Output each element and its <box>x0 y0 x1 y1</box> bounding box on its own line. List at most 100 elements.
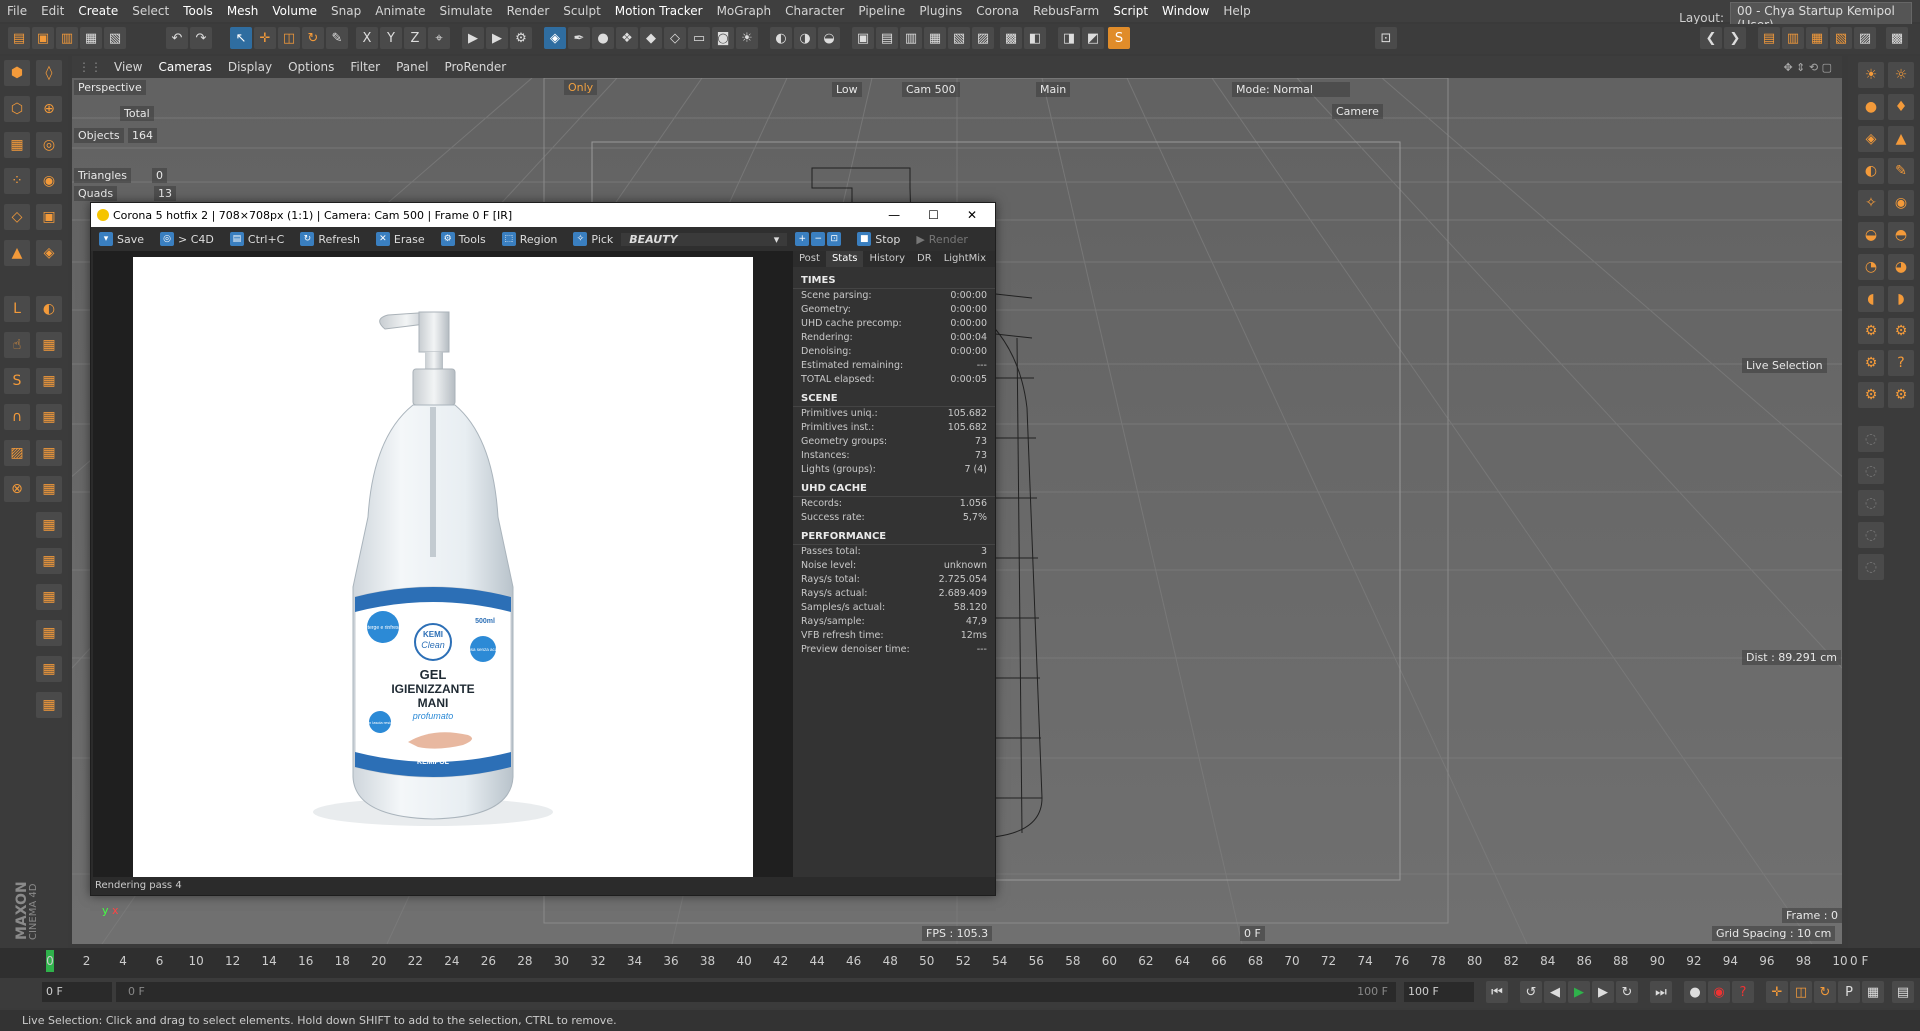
minimize-icon[interactable]: — <box>888 208 900 222</box>
corona-fill-icon[interactable]: ◐ <box>1858 158 1884 184</box>
redo-icon[interactable]: ↷ <box>190 27 212 49</box>
plugin-tool-icon[interactable]: ◩ <box>1082 27 1104 49</box>
corona-tool-7-icon[interactable]: ▦ <box>924 27 946 49</box>
grid-tool-5-icon[interactable]: ▦ <box>36 476 62 502</box>
maximize-icon[interactable]: ☐ <box>928 208 939 222</box>
viewport-menu-panel[interactable]: Panel <box>388 60 436 74</box>
corona-tool-2-icon[interactable]: ◑ <box>794 27 816 49</box>
nav-forward-icon[interactable]: ❯ <box>1724 27 1746 49</box>
zoom-fit-icon[interactable]: ⊡ <box>827 232 842 246</box>
soft-selection-icon[interactable]: ◐ <box>36 296 62 322</box>
camera-select[interactable]: Cam 500 <box>902 82 960 97</box>
corona-material-icon[interactable]: ● <box>1858 94 1884 120</box>
tab-post[interactable]: Post <box>793 251 826 267</box>
recent-tool-icon[interactable]: ✎ <box>326 27 348 49</box>
enable-axis-icon[interactable]: L <box>4 296 30 322</box>
next-key-icon[interactable]: ↻ <box>1616 981 1638 1003</box>
prev-frame-icon[interactable]: ◀ <box>1544 981 1566 1003</box>
grid-tool-3-icon[interactable]: ▦ <box>36 404 62 430</box>
zoom-out-icon[interactable]: − <box>811 232 826 246</box>
project-icon[interactable]: ▧ <box>104 27 126 49</box>
menu-mograph[interactable]: MoGraph <box>710 4 779 18</box>
x-axis-icon[interactable]: X <box>356 27 378 49</box>
subdivision-icon[interactable]: ● <box>592 27 614 49</box>
prev-key-icon[interactable]: ↺ <box>1520 981 1542 1003</box>
object-mode-icon[interactable]: ⬡ <box>4 96 30 122</box>
light-icon[interactable]: ☀ <box>736 27 758 49</box>
corona-tool-9-icon[interactable]: ▨ <box>972 27 994 49</box>
corona-shape-11-icon[interactable]: ⚙ <box>1858 382 1884 408</box>
panel-2-icon[interactable]: ▥ <box>1782 27 1804 49</box>
rotate-icon[interactable]: ↻ <box>302 27 324 49</box>
keyframe-selection-icon[interactable]: ? <box>1732 981 1754 1003</box>
corona-shape-10-icon[interactable]: ? <box>1888 350 1914 376</box>
menu-sculpt[interactable]: Sculpt <box>556 4 607 18</box>
uv-mode-icon[interactable]: ◎ <box>36 132 62 158</box>
corona-tool-11-icon[interactable]: ◧ <box>1024 27 1046 49</box>
menu-create[interactable]: Create <box>71 4 125 18</box>
snap-toggle-icon[interactable]: ◈ <box>36 240 62 266</box>
solo-mode-icon[interactable]: ▣ <box>36 204 62 230</box>
corona-shape-8-icon[interactable]: ⚙ <box>1888 318 1914 344</box>
y-axis-icon[interactable]: Y <box>380 27 402 49</box>
corona-3d-icon[interactable]: ◈ <box>1858 126 1884 152</box>
vfb-erase-button[interactable]: ✕ Erase <box>368 232 433 246</box>
menu-motion-tracker[interactable]: Motion Tracker <box>608 4 710 18</box>
menu-mesh[interactable]: Mesh <box>220 4 266 18</box>
axis-mode-icon[interactable]: ⊕ <box>36 96 62 122</box>
menu-volume[interactable]: Volume <box>265 4 324 18</box>
vfb-save-button[interactable]: ▾ Save <box>91 232 152 246</box>
corona-shape-7-icon[interactable]: ⚙ <box>1858 318 1884 344</box>
vfb-render-button[interactable]: ▶ Render <box>908 233 976 246</box>
grid-tool-11-icon[interactable]: ▦ <box>36 692 62 718</box>
corona-shape-4-icon[interactable]: ◕ <box>1888 254 1914 280</box>
menu-edit[interactable]: Edit <box>34 4 71 18</box>
mode-select[interactable]: Mode: Normal <box>1232 82 1350 97</box>
only-toggle[interactable]: Only <box>564 80 598 95</box>
s-plugin-icon[interactable]: S <box>1108 27 1130 49</box>
menu-character[interactable]: Character <box>778 4 851 18</box>
disabled-tool-1-icon[interactable]: ◌ <box>1858 426 1884 452</box>
texture-mode-icon[interactable]: ▦ <box>4 132 30 158</box>
go-to-start-icon[interactable]: ⏮ <box>1486 981 1508 1003</box>
menu-render[interactable]: Render <box>500 4 557 18</box>
disabled-tool-5-icon[interactable]: ◌ <box>1858 554 1884 580</box>
render-view-icon[interactable]: ▶ <box>462 27 484 49</box>
workplane-icon[interactable]: ◊ <box>36 60 62 86</box>
snapping-s-icon[interactable]: S <box>4 368 30 394</box>
end-frame-field[interactable]: 100 F <box>1404 982 1474 1002</box>
key-scale-icon[interactable]: ◫ <box>1790 981 1812 1003</box>
menu-animate[interactable]: Animate <box>368 4 432 18</box>
magnet-icon[interactable]: ∩ <box>4 404 30 430</box>
save-icon[interactable]: ▣ <box>32 27 54 49</box>
cloner-icon[interactable]: ❖ <box>616 27 638 49</box>
grid-tool-10-icon[interactable]: ▦ <box>36 656 62 682</box>
vfb-tools-button[interactable]: ⚙ Tools <box>433 232 494 246</box>
disabled-tool-4-icon[interactable]: ◌ <box>1858 522 1884 548</box>
viewport-menu-filter[interactable]: Filter <box>342 60 388 74</box>
corona-shape-1-icon[interactable]: ◒ <box>1858 222 1884 248</box>
polygons-mode-icon[interactable]: ▲ <box>4 240 30 266</box>
points-mode-icon[interactable]: ⁘ <box>4 168 30 194</box>
menu-rebusfarm[interactable]: RebusFarm <box>1026 4 1106 18</box>
planar-workplane-icon[interactable]: ⊗ <box>4 476 30 502</box>
autokey-icon[interactable]: ◉ <box>1708 981 1730 1003</box>
menu-window[interactable]: Window <box>1155 4 1216 18</box>
menu-help[interactable]: Help <box>1216 4 1257 18</box>
corona-bell-icon[interactable]: ◉ <box>1888 190 1914 216</box>
coord-system-icon[interactable]: ⌖ <box>428 27 450 49</box>
field-icon[interactable]: ◇ <box>664 27 686 49</box>
vfb-copy-button[interactable]: ▤ Ctrl+C <box>222 232 292 246</box>
menu-plugins[interactable]: Plugins <box>912 4 969 18</box>
vfb-to-c4d-button[interactable]: ◎ > C4D <box>152 232 222 246</box>
key-rotation-icon[interactable]: ↻ <box>1814 981 1836 1003</box>
corona-shape-5-icon[interactable]: ◖ <box>1858 286 1884 312</box>
menu-corona[interactable]: Corona <box>969 4 1026 18</box>
panel-6-icon[interactable]: ▩ <box>1886 27 1908 49</box>
corona-tool-10-icon[interactable]: ▩ <box>1000 27 1022 49</box>
corona-tool-3-icon[interactable]: ◒ <box>818 27 840 49</box>
live-selection-icon[interactable]: ↖ <box>230 27 252 49</box>
tab-dr[interactable]: DR <box>911 251 938 267</box>
render-picture-viewer-icon[interactable]: ▶ <box>486 27 508 49</box>
viewport-nav-icons[interactable]: ✥ ⇕ ⟲ ▢ <box>1783 61 1842 74</box>
